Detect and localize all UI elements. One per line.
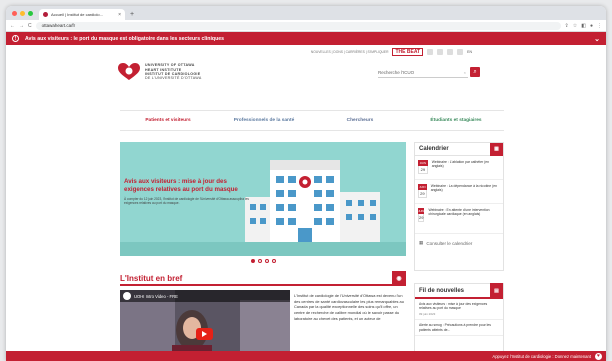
institut-description: L'Institut de cardiologie de l'Universit… — [294, 293, 404, 321]
address-bar-row: ← → C ottawaheart.ca/fr ⇪ ☆ ◧ ● ⋮ — [6, 20, 606, 32]
linkedin-icon[interactable] — [457, 49, 464, 55]
window-controls — [10, 6, 39, 20]
nav-researchers[interactable]: Chercheurs — [312, 111, 408, 130]
carousel-dots — [251, 259, 276, 263]
main-nav: Patients et visiteurs Professionnels de … — [120, 110, 504, 131]
calendar-title: Calendrier — [419, 146, 449, 152]
news-icon[interactable]: ▤ — [490, 283, 503, 298]
carousel-dot[interactable] — [265, 259, 269, 263]
carousel-dot[interactable] — [258, 259, 262, 263]
new-tab-button[interactable]: + — [125, 9, 139, 20]
event-date: JUIN 29 — [418, 160, 428, 175]
event-title[interactable]: Webinaire : L'ablation par cathéter (en … — [432, 160, 500, 175]
event-title[interactable]: Webinaire : La dépendance à la nicotine … — [431, 184, 500, 199]
chevron-down-icon[interactable]: ⌄ — [594, 35, 600, 43]
profile-icon[interactable]: ● — [590, 23, 593, 29]
news-item[interactable]: Avis aux visiteurs : mise à jour des exi… — [415, 299, 503, 321]
video-title[interactable]: UOHI Intro Video - FRE — [134, 294, 178, 299]
event-day: 29 — [418, 190, 427, 198]
news-item-title[interactable]: Alerte au smog : Précautions à prendre p… — [419, 323, 499, 331]
news-feed: Fil de nouvelles ▤ Avis aux visiteurs : … — [414, 283, 504, 361]
social-links — [427, 49, 464, 55]
institut-icon[interactable]: ◉ — [392, 271, 406, 285]
reload-icon[interactable]: C — [28, 23, 32, 29]
forward-icon[interactable]: → — [19, 23, 24, 29]
tab-title: Accueil | Institut de cardiolo... — [51, 12, 103, 17]
nav-patients[interactable]: Patients et visiteurs — [120, 111, 216, 130]
favicon-icon — [43, 12, 48, 17]
heart-icon: ♥ — [595, 352, 602, 360]
utility-links[interactable]: NOUVELLES | DONS | CARRIÈRES | S'IMPLIQU… — [311, 50, 389, 54]
donate-text[interactable]: Appuyez l'Institut de cardiologie : Donn… — [492, 354, 591, 359]
alert-text: Avis aux visiteurs : le port du masque e… — [25, 35, 225, 42]
search-clear-icon[interactable]: × — [464, 70, 466, 75]
star-icon[interactable]: ☆ — [573, 23, 577, 29]
event-day: 29 — [418, 166, 428, 174]
news-item-date: 09 juin 2023 — [419, 312, 436, 317]
news-item-title[interactable]: Avis aux visiteurs : mise à jour des exi… — [419, 302, 499, 310]
nav-students[interactable]: Étudiants et stagiaires — [408, 111, 504, 130]
view-calendar-link[interactable]: ▦ Consulter le calendrier — [415, 234, 503, 252]
donate-bar[interactable]: Appuyez l'Institut de cardiologie : Donn… — [6, 351, 606, 361]
view-calendar-label: Consulter le calendrier — [426, 240, 473, 246]
url-field[interactable]: ottawaheart.ca/fr — [35, 21, 561, 30]
carousel-dot[interactable] — [272, 259, 276, 263]
calendar-header: Calendrier ▦ — [415, 142, 503, 156]
browser-extensions: ⇪ ☆ ◧ ● ⋮ — [565, 23, 602, 29]
event-date: JUIN 29 — [418, 184, 427, 199]
calendar-icon[interactable]: ▦ — [490, 142, 503, 156]
tab-bar: Accueil | Institut de cardiolo... × + — [6, 6, 606, 20]
site-logo[interactable]: UNIVERSITY OF OTTAWA HEART INSTITUTE INS… — [118, 63, 202, 81]
calendar-event[interactable]: JUIN 29 Webinaire : La dépendance à la n… — [415, 180, 503, 204]
language-toggle[interactable]: EN — [467, 50, 472, 54]
search-input[interactable]: Recherche l'ICUO × — [378, 68, 468, 78]
logo-line-1: UNIVERSITY OF OTTAWA — [145, 63, 195, 68]
utility-bar: NOUVELLES | DONS | CARRIÈRES | S'IMPLIQU… — [6, 45, 606, 59]
heart-logo-icon — [118, 63, 140, 80]
minimize-window-button[interactable] — [20, 10, 25, 16]
extensions-icon[interactable]: ◧ — [581, 23, 586, 29]
channel-logo-icon — [123, 292, 131, 300]
logo-text: UNIVERSITY OF OTTAWA HEART INSTITUTE INS… — [145, 63, 202, 81]
browser-window: Accueil | Institut de cardiolo... × + ← … — [6, 6, 606, 361]
maximize-window-button[interactable] — [28, 10, 33, 16]
carousel-dot[interactable] — [251, 259, 255, 263]
close-window-button[interactable] — [12, 10, 17, 16]
hero-title[interactable]: Avis aux visiteurs : mise à jour des exi… — [124, 178, 254, 194]
calendar-widget: Calendrier ▦ JUIN 29 Webinaire : L'ablat… — [414, 142, 504, 271]
play-icon — [202, 331, 207, 337]
the-beat-link[interactable]: THE BEAT — [392, 48, 424, 56]
site-header: UNIVERSITY OF OTTAWA HEART INSTITUTE INS… — [6, 59, 606, 95]
alert-icon: ! — [12, 35, 19, 42]
news-title: Fil de nouvelles — [419, 287, 465, 294]
close-tab-icon[interactable]: × — [118, 12, 121, 18]
visitor-alert-bar[interactable]: ! Avis aux visiteurs : le port du masque… — [6, 32, 606, 45]
news-item[interactable]: Alerte au smog : Précautions à prendre p… — [415, 320, 503, 336]
event-day: 29 — [418, 214, 425, 222]
url-text: ottawaheart.ca/fr — [41, 23, 76, 28]
calendar-event[interactable]: JUIN 29 Webinaire : L'ablation par cathé… — [415, 156, 503, 180]
event-title[interactable]: Webinaire : En attente d'une interventio… — [428, 208, 500, 229]
hero-carousel[interactable]: Avis aux visiteurs : mise à jour des exi… — [120, 142, 406, 256]
nav-professionals[interactable]: Professionnels de la santé — [216, 111, 312, 130]
instagram-icon[interactable] — [447, 49, 454, 55]
search-placeholder: Recherche l'ICUO — [378, 70, 415, 75]
institut-header: L'Institut en bref ◉ — [120, 271, 406, 286]
calendar-event[interactable]: JUIN 29 Webinaire : En attente d'une int… — [415, 204, 503, 234]
logo-line-4: DE L'UNIVERSITÉ D'OTTAWA — [145, 76, 202, 81]
news-header: Fil de nouvelles ▤ — [415, 283, 503, 299]
play-button[interactable] — [196, 328, 213, 340]
calendar-small-icon: ▦ — [419, 240, 424, 245]
twitter-icon[interactable] — [437, 49, 444, 55]
search-button[interactable]: ⌕ — [470, 67, 480, 77]
hero-body: À compter du 12 juin 2023, l'Institut de… — [124, 197, 249, 205]
browser-tab[interactable]: Accueil | Institut de cardiolo... × — [39, 9, 125, 20]
institut-title: L'Institut en bref — [120, 273, 183, 283]
back-icon[interactable]: ← — [10, 23, 15, 29]
menu-icon[interactable]: ⋮ — [597, 23, 602, 29]
share-icon[interactable]: ⇪ — [565, 23, 569, 29]
facebook-icon[interactable] — [427, 49, 434, 55]
video-title-bar: UOHI Intro Video - FRE — [120, 290, 290, 302]
event-date: JUIN 29 — [418, 208, 425, 229]
